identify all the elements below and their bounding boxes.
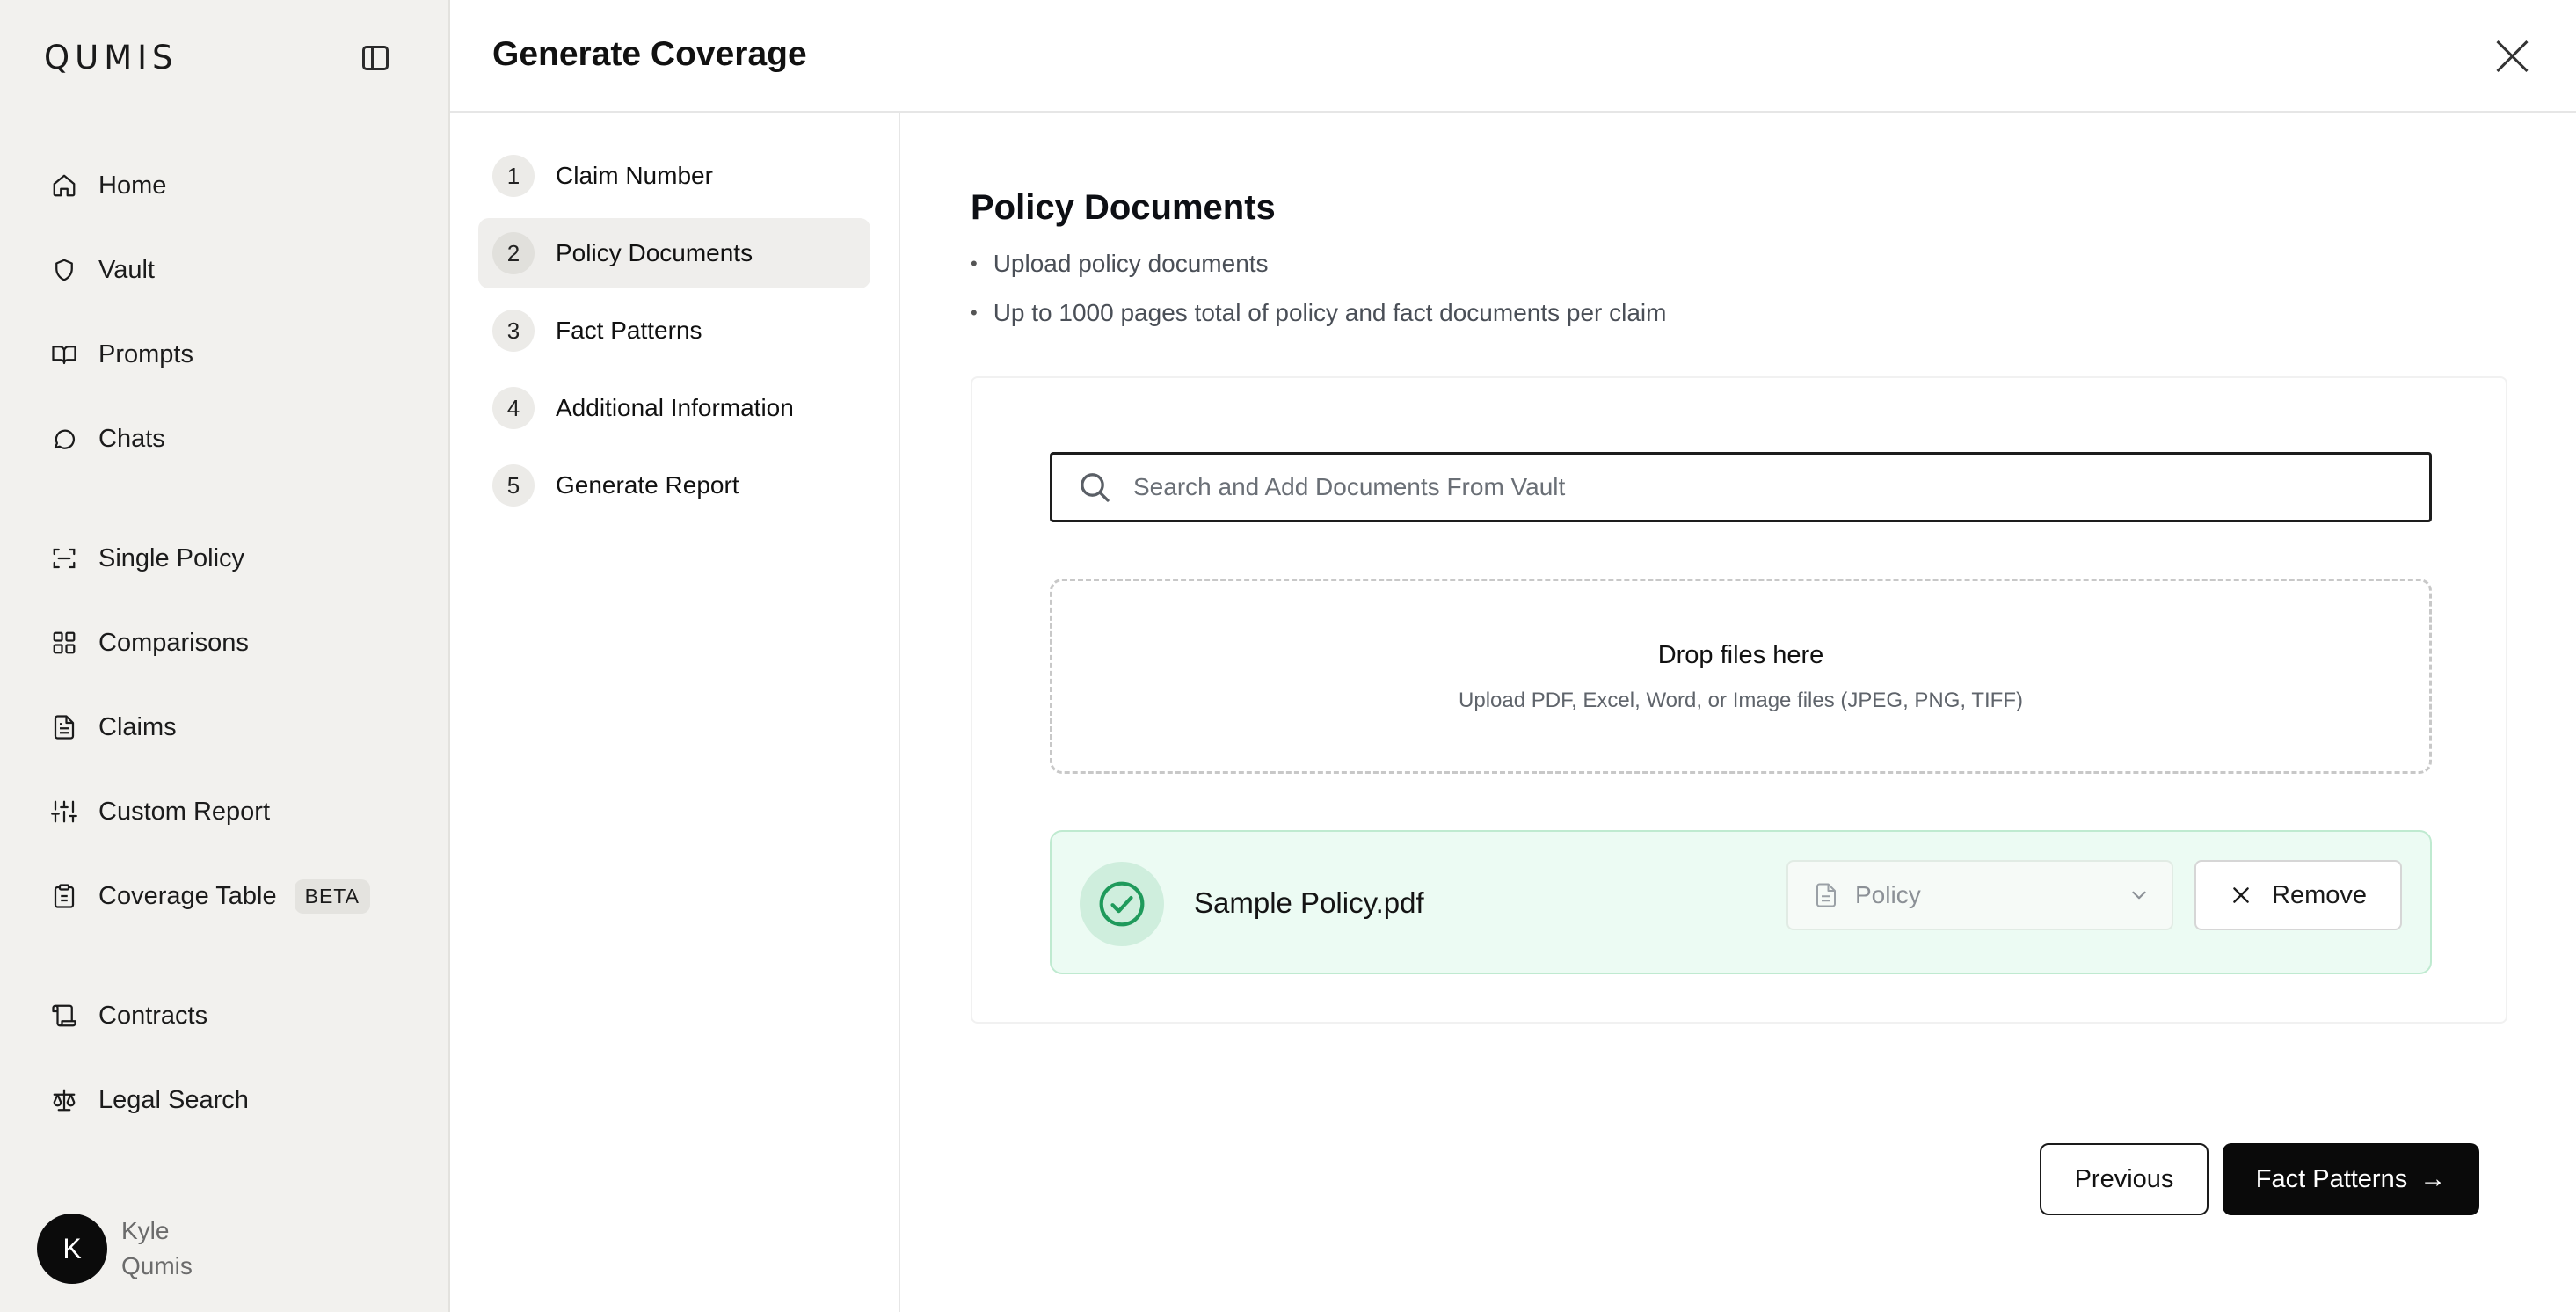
- sidebar-item-vault[interactable]: Vault: [49, 249, 155, 291]
- clipboard-icon: [49, 881, 79, 911]
- qumis-logo[interactable]: QUMIS: [44, 39, 178, 77]
- sidebar-item-prompts[interactable]: Prompts: [49, 333, 193, 375]
- sidebar-item-label: Contracts: [98, 1001, 208, 1030]
- step-policy-documents[interactable]: 2 Policy Documents: [478, 218, 870, 288]
- step-fact-patterns[interactable]: 3 Fact Patterns: [478, 295, 870, 366]
- sidebar-item-label: Single Policy: [98, 543, 245, 572]
- sidebar-item-label: Comparisons: [98, 628, 249, 657]
- close-icon: [2230, 884, 2252, 907]
- dropzone-subtitle: Upload PDF, Excel, Word, or Image files …: [1459, 689, 2023, 712]
- step-number: 2: [492, 232, 535, 274]
- step-claim-number[interactable]: 1 Claim Number: [478, 141, 870, 211]
- sidebar-item-label: Vault: [98, 255, 155, 284]
- scan-icon: [49, 543, 79, 573]
- sidebar-item-contracts[interactable]: Contracts: [49, 995, 207, 1037]
- step-additional-information[interactable]: 4 Additional Information: [478, 373, 870, 443]
- sidebar-item-home[interactable]: Home: [49, 164, 166, 207]
- uploaded-file-row: Sample Policy.pdf Policy Remove: [1050, 830, 2432, 974]
- next-button[interactable]: Fact Patterns →: [2223, 1143, 2479, 1215]
- shield-icon: [49, 255, 79, 285]
- step-label: Additional Information: [556, 394, 794, 421]
- sidebar-item-label: Coverage Table: [98, 881, 277, 910]
- chevron-down-icon: [2128, 884, 2150, 907]
- user-profile[interactable]: K Kyle Qumis: [37, 1214, 193, 1284]
- step-number: 3: [492, 310, 535, 352]
- step-label: Fact Patterns: [556, 317, 702, 344]
- page-header: Generate Coverage: [450, 0, 2576, 113]
- sidebar-item-coverage-table[interactable]: Coverage Table BETA: [49, 875, 370, 917]
- chat-icon: [49, 424, 79, 454]
- sidebar-item-custom-report[interactable]: Custom Report: [49, 791, 270, 833]
- sidebar-item-label: Prompts: [98, 339, 193, 368]
- user-first-name: Kyle: [121, 1217, 170, 1244]
- user-last-name: Qumis: [121, 1252, 193, 1279]
- sidebar-item-label: Custom Report: [98, 797, 271, 826]
- file-dropzone[interactable]: Drop files here Upload PDF, Excel, Word,…: [1050, 579, 2432, 774]
- search-input[interactable]: [1133, 473, 2429, 501]
- book-icon: [49, 339, 79, 369]
- search-icon: [1077, 470, 1112, 505]
- file-icon: [1813, 882, 1839, 908]
- document-type-value: Policy: [1855, 881, 1921, 908]
- instruction-bullet: Upload policy documents: [971, 250, 1269, 278]
- file-name: Sample Policy.pdf: [1194, 886, 1424, 919]
- scale-icon: [49, 1085, 79, 1115]
- upload-card: Drop files here Upload PDF, Excel, Word,…: [971, 376, 2507, 1024]
- remove-file-button[interactable]: Remove: [2194, 860, 2402, 930]
- sidebar-item-label: Home: [98, 171, 167, 200]
- sidebar-item-claims[interactable]: Claims: [49, 706, 177, 748]
- home-icon: [49, 171, 79, 200]
- check-circle-icon: [1080, 862, 1164, 946]
- dropzone-title: Drop files here: [1657, 641, 1824, 669]
- document-type-select[interactable]: Policy: [1786, 860, 2173, 930]
- remove-label: Remove: [2272, 880, 2367, 909]
- section-title: Policy Documents: [971, 188, 1276, 227]
- step-number: 4: [492, 387, 535, 429]
- sliders-icon: [49, 797, 79, 827]
- step-label: Claim Number: [556, 162, 713, 189]
- sidebar-item-legal-search[interactable]: Legal Search: [49, 1079, 249, 1121]
- instruction-bullet: Up to 1000 pages total of policy and fac…: [971, 299, 1667, 327]
- step-label: Policy Documents: [556, 239, 753, 266]
- sidebar-item-label: Legal Search: [98, 1085, 249, 1114]
- sidebar-item-label: Chats: [98, 424, 165, 453]
- step-generate-report[interactable]: 5 Generate Report: [478, 450, 870, 521]
- sidebar-item-single-policy[interactable]: Single Policy: [49, 537, 244, 579]
- stepper: 1 Claim Number 2 Policy Documents 3 Fact…: [450, 113, 900, 1312]
- step-number: 5: [492, 464, 535, 507]
- scroll-icon: [49, 1001, 79, 1031]
- sidebar: QUMIS Home Vault Prompts Chats Single Po…: [0, 0, 450, 1312]
- sidebar-item-chats[interactable]: Chats: [49, 418, 165, 460]
- grid-icon: [49, 628, 79, 658]
- sidebar-toggle-icon[interactable]: [362, 46, 389, 70]
- previous-button[interactable]: Previous: [2040, 1143, 2209, 1215]
- user-name: Kyle Qumis: [121, 1214, 193, 1284]
- document-icon: [49, 712, 79, 742]
- close-icon[interactable]: [2495, 39, 2530, 74]
- beta-badge: BETA: [294, 878, 370, 914]
- vault-search[interactable]: [1050, 452, 2432, 522]
- arrow-right-icon: →: [2420, 1164, 2447, 1193]
- page-title: Generate Coverage: [492, 35, 807, 73]
- sidebar-item-comparisons[interactable]: Comparisons: [49, 622, 249, 664]
- avatar: K: [37, 1214, 107, 1284]
- main-content: Policy Documents Upload policy documents…: [900, 113, 2576, 1312]
- sidebar-item-label: Claims: [98, 712, 177, 741]
- step-label: Generate Report: [556, 471, 739, 499]
- next-button-label: Fact Patterns: [2255, 1164, 2408, 1193]
- step-number: 1: [492, 155, 535, 197]
